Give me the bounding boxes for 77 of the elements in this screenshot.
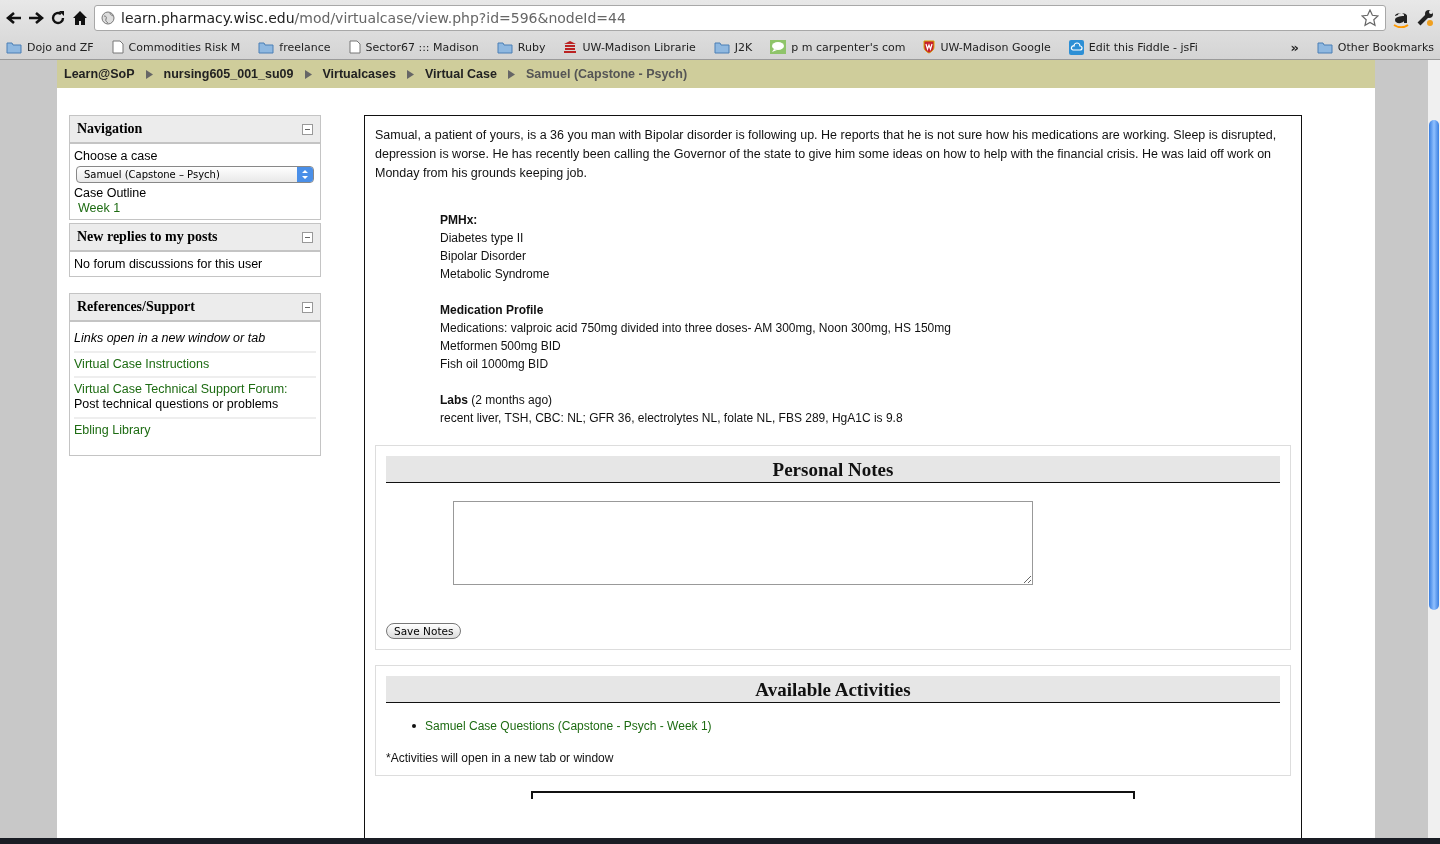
breadcrumb-link[interactable]: Virtualcases [322,67,396,81]
bookmark[interactable]: UW-Madison Librarie [563,40,696,54]
cloud-icon [1068,39,1084,55]
bookmark[interactable]: Commodities Risk M [111,40,241,54]
field-label: Choose a case [74,148,159,164]
address-bar[interactable]: learn.pharmacy.wisc.edu/mod/virtualcase/view.php?id=596&nodeId=44 [94,4,1386,31]
folder-icon [496,40,513,54]
collapse-icon[interactable] [302,231,313,243]
page-icon [348,40,361,54]
bookmark[interactable]: J2K [713,40,753,54]
section-heading: Medication Profile [440,303,544,317]
bullet-icon [412,724,416,728]
block-title: References/Support [77,299,195,315]
bookmark[interactable]: UW-Madison Google [923,40,1051,54]
shield-icon [923,40,936,54]
detail-line: recent liver, TSH, CBC: NL; GFR 36, electrolytes NL, folate NL, FBS 289, HgA1C is 9.8 [440,410,904,427]
reference-link[interactable]: Ebling Library [74,423,316,437]
triangle-separator-icon [145,69,153,79]
triangle-separator-icon [507,69,515,79]
breadcrumb-link[interactable]: Virtual Case [424,67,497,81]
section-heading: Labs [440,393,468,407]
breadcrumb-link[interactable]: Learn@SoP [64,67,135,81]
note-text: Links open in a new window or tab [74,331,266,345]
wrench-icon[interactable] [1416,8,1434,27]
block-title: New replies to my posts [77,229,218,245]
collapse-icon[interactable] [302,301,313,313]
detail-line: Metabolic Syndrome [440,266,551,283]
bookmark[interactable]: Sector67 ::: Madison [348,40,479,54]
bookmark[interactable]: Dojo and ZF [6,40,94,54]
folder-icon [258,40,275,54]
save-notes-button[interactable]: Save Notes [386,623,462,639]
empty-message: No forum discussions for this user [74,256,264,272]
forward-arrow-icon[interactable] [28,10,44,25]
folder-icon [1316,40,1333,54]
library-icon [563,40,578,54]
page-icon [111,40,124,54]
reference-link[interactable]: Virtual Case Technical Support Forum: [74,382,316,396]
section-heading: PMHx: [440,213,478,227]
bookmark[interactable]: freelance [258,40,331,54]
section-title: Personal Notes [386,456,1280,483]
activity-link[interactable]: Samuel Case Questions (Capstone - Psych - Week 1) [425,719,712,733]
globe-icon [101,10,115,25]
link-description: Post technical questions or problems [74,396,280,412]
folder-icon [6,40,22,54]
triangle-separator-icon [304,69,312,79]
bookmark[interactable]: Edit this Fiddle - jsFi [1068,39,1198,55]
back-arrow-icon[interactable] [6,10,22,25]
stepper-icon [297,167,313,182]
block-title: Navigation [77,121,143,137]
bookmark[interactable]: Other Bookmarks [1316,40,1434,54]
folder-icon [713,40,730,54]
bookmark[interactable]: Ruby [496,40,546,54]
collapse-icon[interactable] [302,123,313,135]
bookmark[interactable]: p m carpenter's com [770,40,906,54]
reference-link[interactable]: Virtual Case Instructions [74,357,316,371]
detail-line: Medications: valproic acid 750mg divided into three doses- AM 300mg, Noon 300mg, HS 150mg [440,320,952,337]
detail-line: Fish oil 1000mg BID [440,356,550,373]
notes-field[interactable] [453,501,1033,585]
triangle-separator-icon [406,69,414,79]
scrollbar[interactable] [1428,60,1440,838]
case-select[interactable]: Samuel (Capstone – Psych) [76,166,314,183]
section-title: Available Activities [386,676,1280,703]
overflow-chevron[interactable]: » [1290,39,1299,55]
case-description: Samual, a patient of yours, is a 36 you man with Bipolar disorder is following up. He reports that he is not sure how his medications are working. Sleep is disrupted, depression is worse. He has recently been calling the Governor of the state to give him some ideas on how to help with the financial crisis. He was laid off work on Monday from his grounds keeping job. [375,127,1278,182]
heading-note: (2 months ago) [471,393,553,407]
detail-line: Metformen 500mg BID [440,338,562,355]
breadcrumb-link[interactable]: nursing605_001_su09 [163,67,294,81]
footnote: *Activities will open in a new tab or window [386,751,615,765]
section-label: Case Outline [74,185,148,201]
detail-line: Bipolar Disorder [440,248,528,265]
detail-line: Diabetes type II [440,230,525,247]
chat-bubble-icon [770,40,787,54]
star-icon[interactable] [1361,8,1379,27]
url-text: learn.pharmacy.wisc.edu/mod/virtualcase/view.php?id=596&nodeId=44 [121,9,626,26]
reload-icon[interactable] [50,9,66,26]
home-icon[interactable] [72,9,88,26]
week-link[interactable]: Week 1 [74,201,316,215]
